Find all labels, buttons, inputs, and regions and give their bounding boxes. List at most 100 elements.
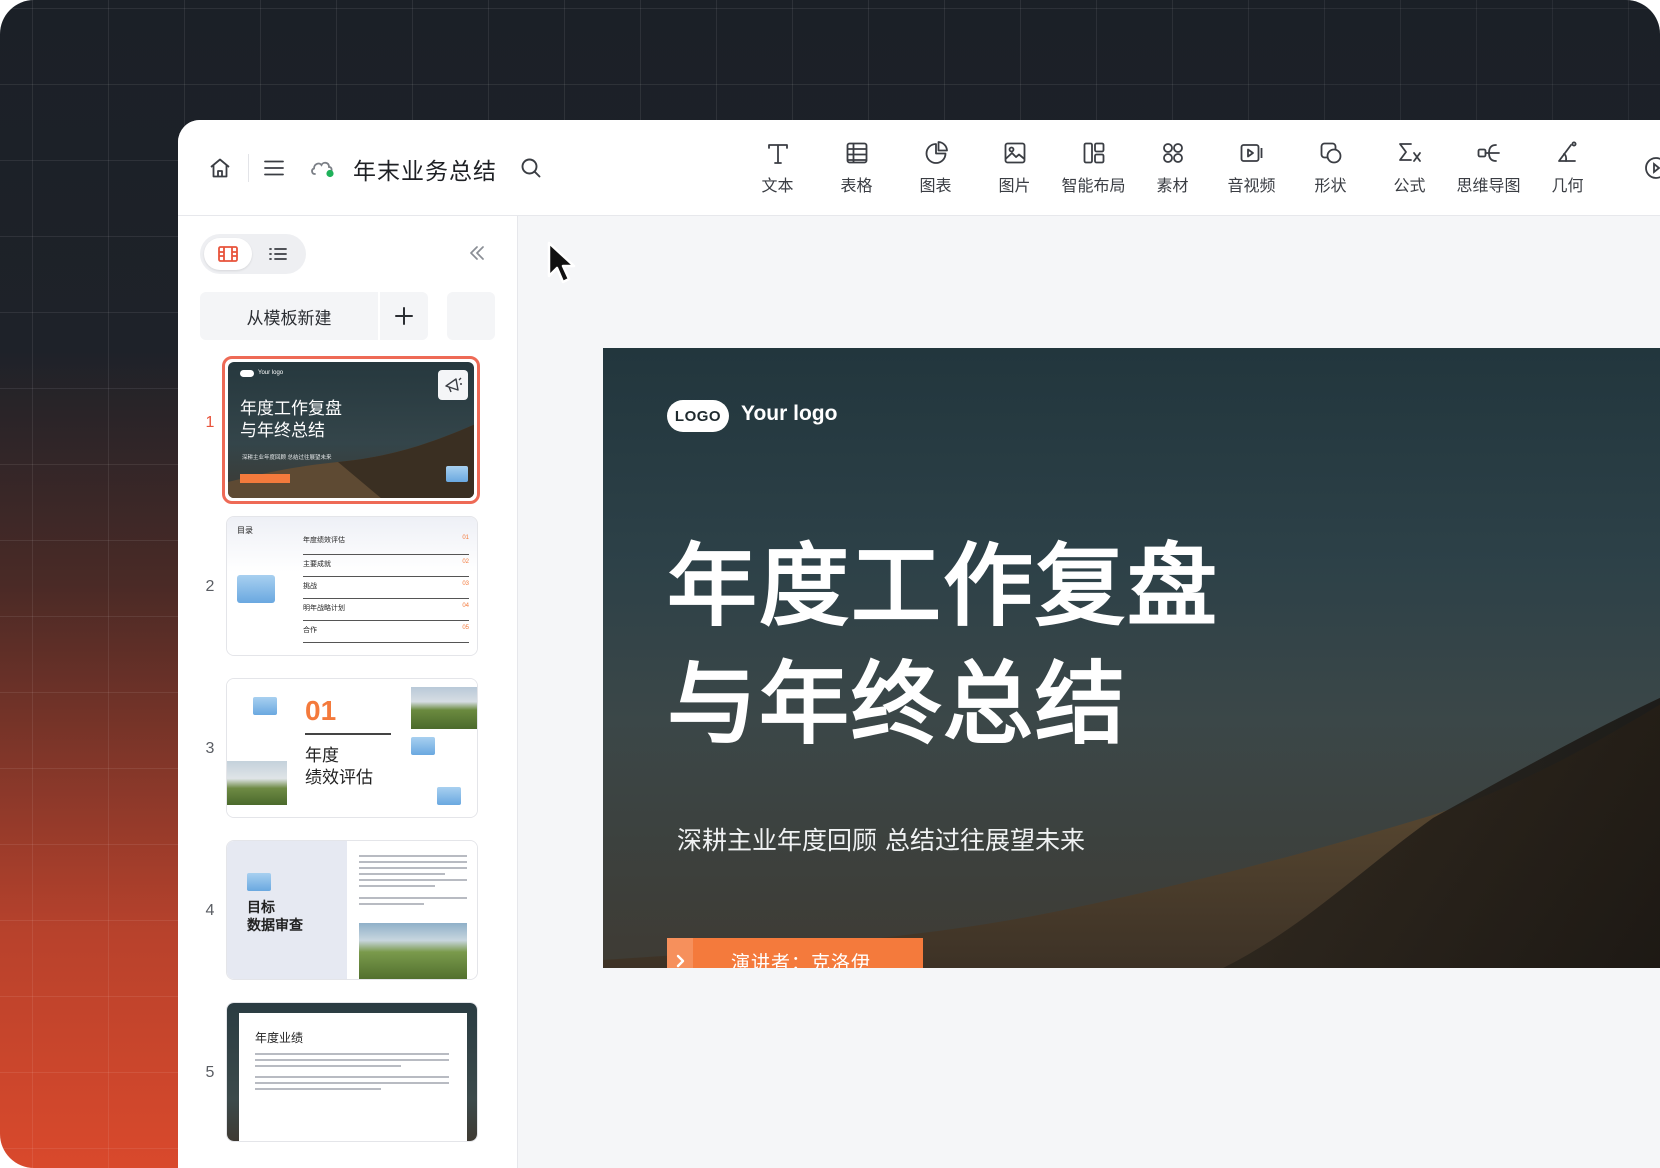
slide-number: 1 [205, 414, 215, 431]
toc-item-text: 合作 [303, 627, 317, 634]
thumb-speaker-bar [240, 474, 290, 483]
thumb-title-line: 与年终总结 [240, 421, 325, 441]
tool-video[interactable]: 音视频 [1212, 140, 1291, 200]
tool-chart[interactable]: 图表 [896, 140, 975, 200]
thumb-title-line: 目标 [247, 900, 275, 916]
outline-view-button[interactable] [254, 238, 302, 270]
slide-thumbnail-4[interactable]: 目标 数据审查 [226, 840, 478, 980]
landscape-image [411, 687, 477, 729]
thumb-heading: 年度业绩 [255, 1031, 304, 1045]
folder-icon [411, 737, 435, 755]
landscape-image [227, 761, 287, 805]
tool-text[interactable]: 文本 [738, 140, 817, 200]
editor-canvas[interactable]: LOGO Your logo 年度工作复盘 与年终总结 深耕主业年度回顾 总结过… [519, 216, 1660, 1168]
document-title[interactable]: 年末业务总结 [353, 152, 497, 186]
plus-icon [395, 307, 413, 325]
toc-item: 挑战 03 [303, 577, 469, 599]
thumb-title-line: 年度 [305, 746, 339, 766]
home-icon[interactable] [208, 156, 232, 180]
view-toggle [200, 234, 306, 274]
slide-thumbnail-2[interactable]: 目录 年度绩效评估 01 主要成就 02 挑战 03 明年战略计划 04 合作 … [226, 516, 478, 656]
toolbar-divider [248, 154, 249, 182]
slide-thumbnail-1[interactable]: Your logo 年度工作复盘 与年终总结 深耕主业年度回顾 总结过往展望未来 [222, 356, 480, 504]
tool-shape[interactable]: 形状 [1291, 140, 1370, 200]
mindmap-icon [1477, 144, 1500, 162]
toc-item-text: 主要成就 [303, 561, 331, 568]
slide-number: 5 [205, 1064, 215, 1081]
toc-list: 年度绩效评估 01 主要成就 02 挑战 03 明年战略计划 04 合作 05 [303, 533, 469, 643]
slide-subtitle[interactable]: 深耕主业年度回顾 总结过往展望未来 [677, 821, 1085, 857]
thumbnail-view-button[interactable] [204, 238, 252, 270]
thumb-action-button[interactable] [438, 370, 468, 400]
thumb-paragraphs [359, 855, 467, 909]
slide-thumbnail-3[interactable]: 01 年度 绩效评估 [226, 678, 478, 818]
tool-mindmap[interactable]: 思维导图 [1449, 140, 1528, 200]
speaker-text: 演讲者：克洛伊 [731, 951, 872, 969]
slide-1-preview[interactable]: LOGO Your logo 年度工作复盘 与年终总结 深耕主业年度回顾 总结过… [603, 348, 1660, 968]
tool-smart-layout[interactable]: 智能布局 [1054, 140, 1133, 200]
toc-item: 明年战略计划 04 [303, 599, 469, 621]
toc-item: 主要成就 02 [303, 555, 469, 577]
thumb-logo-text: Your logo [258, 370, 284, 376]
tool-label: 素材 [1156, 176, 1189, 195]
tool-label: 思维导图 [1456, 176, 1521, 195]
toc-item-text: 年度绩效评估 [303, 537, 345, 544]
shape-icon [1320, 142, 1341, 164]
toc-item-num: 05 [462, 625, 469, 631]
tool-label: 几何 [1551, 176, 1584, 195]
geometry-icon [1557, 141, 1576, 162]
tool-table[interactable]: 表格 [817, 140, 896, 200]
slide-sidebar: 从模板新建 1 Your logo 年度工作复盘 与年终总结 深耕主业年度回顾 … [178, 216, 518, 1168]
folder-icon [253, 697, 277, 715]
chart-icon [925, 141, 948, 164]
tool-label: 图表 [919, 176, 952, 195]
thumbnail-canvas: 01 年度 绩效评估 [227, 679, 477, 817]
tool-label: 图片 [998, 176, 1031, 195]
thumb-title-line: 数据审查 [247, 918, 303, 934]
thumb-title: 目标 数据审查 [247, 899, 303, 935]
speaker-banner[interactable]: 演讲者：克洛伊 [667, 938, 923, 968]
list-icon [269, 248, 287, 260]
tool-geometry[interactable]: 几何 [1528, 140, 1607, 200]
folder-icon [437, 787, 461, 805]
folder-icon [247, 873, 271, 891]
folder-icon [446, 466, 468, 482]
thumbnail-canvas: 目标 数据审查 [227, 841, 477, 979]
thumbnail-canvas: 目录 年度绩效评估 01 主要成就 02 挑战 03 明年战略计划 04 合作 … [227, 517, 477, 655]
tool-assets[interactable]: 素材 [1133, 140, 1212, 200]
cloud-sync-icon[interactable] [309, 157, 337, 179]
menu-icon[interactable] [262, 156, 286, 180]
slide-number: 3 [205, 740, 215, 757]
slide-number: 4 [205, 902, 215, 919]
toc-item-num: 01 [462, 535, 469, 541]
thumb-title: 年度 绩效评估 [305, 745, 373, 789]
slide-thumbnail-5[interactable]: 年度业绩 [226, 1002, 478, 1142]
logo-badge: LOGO [667, 400, 729, 432]
tool-label: 形状 [1314, 176, 1347, 195]
add-slide-button[interactable] [380, 292, 428, 340]
video-icon [1240, 144, 1262, 162]
toc-item: 年度绩效评估 01 [303, 533, 469, 555]
thumbnail-canvas: 年度业绩 [227, 1003, 477, 1141]
toc-item-num: 02 [462, 559, 469, 565]
text-icon [767, 144, 788, 164]
smart-layout-icon [1083, 142, 1104, 164]
logo-text: Your logo [741, 402, 838, 425]
new-from-template-button[interactable]: 从模板新建 [200, 292, 378, 340]
top-toolbar: 年末业务总结 文本 表格 图表 图片 智能布局 素材 音视频 形状 公式 思维导… [178, 120, 1660, 216]
tool-image[interactable]: 图片 [975, 140, 1054, 200]
tool-formula[interactable]: 公式 [1370, 140, 1449, 200]
formula-icon [1398, 143, 1421, 162]
search-icon[interactable] [519, 156, 543, 180]
more-options-button[interactable] [447, 292, 495, 340]
thumbnail-canvas: Your logo 年度工作复盘 与年终总结 深耕主业年度回顾 总结过往展望未来 [228, 362, 474, 498]
assets-icon [1162, 143, 1183, 163]
collapse-sidebar-icon[interactable] [466, 242, 488, 264]
play-icon[interactable] [1644, 156, 1660, 180]
slide-number: 2 [205, 578, 215, 595]
chevron-right-icon [667, 938, 693, 968]
slide-title[interactable]: 年度工作复盘 与年终总结 [667, 528, 1219, 764]
folder-icon [237, 575, 275, 603]
landscape-image [359, 923, 467, 979]
thumb-title-line: 绩效评估 [305, 768, 373, 788]
